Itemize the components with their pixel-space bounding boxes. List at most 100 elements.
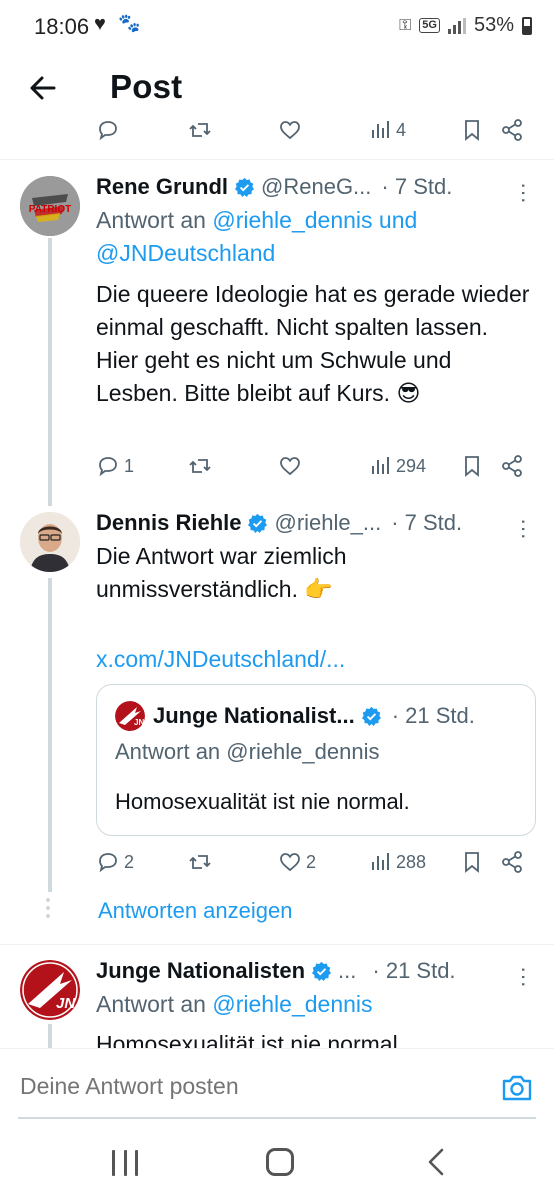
post-link[interactable]: x.com/JNDeutschland/... bbox=[96, 646, 345, 673]
tweet-dennis-riehle[interactable]: Dennis Riehle @riehle_... · 7 Std. ··· D… bbox=[0, 500, 554, 940]
page-title: Post bbox=[110, 68, 183, 105]
reply-prefix: Antwort an bbox=[96, 207, 213, 233]
reply-count: 2 bbox=[124, 851, 135, 872]
reply-composer bbox=[0, 1048, 554, 1136]
author-name[interactable]: Junge Nationalisten bbox=[96, 958, 305, 984]
post-time[interactable]: · 21 Std. bbox=[372, 958, 455, 984]
quoted-author-name: Junge Nationalist... bbox=[153, 703, 355, 728]
reply-button[interactable]: 2 bbox=[96, 850, 134, 874]
home-icon[interactable] bbox=[266, 1148, 294, 1176]
tweet-rene-grundl[interactable]: PATRIOT Rene Grundl @ReneG... · 7 Std. ·… bbox=[0, 160, 554, 506]
camera-icon[interactable] bbox=[500, 1071, 534, 1105]
more-options-icon[interactable]: ··· bbox=[512, 518, 537, 540]
key-icon: ⚿ bbox=[399, 16, 412, 34]
retweet-icon bbox=[189, 459, 211, 473]
views-count: 4 bbox=[396, 119, 407, 140]
tweet-header: Rene Grundl @ReneG... · 7 Std. bbox=[96, 170, 540, 204]
heart-outline-icon bbox=[280, 121, 300, 140]
post-actions: 2 2 288 bbox=[0, 850, 554, 882]
recents-icon[interactable] bbox=[112, 1150, 138, 1176]
show-replies-link[interactable]: Antworten anzeigen bbox=[98, 898, 292, 924]
svg-text:JN: JN bbox=[134, 718, 144, 727]
post-time[interactable]: · 7 Std. bbox=[381, 174, 452, 200]
thread-line bbox=[48, 578, 52, 892]
quoted-post-text: Homosexualität ist nie normal. bbox=[115, 789, 410, 814]
author-handle[interactable]: @riehle_... bbox=[274, 510, 381, 536]
avatar[interactable]: JN bbox=[20, 960, 80, 1020]
reply-icon bbox=[99, 853, 117, 873]
jn-logo-icon: JN bbox=[115, 701, 145, 731]
avatar[interactable]: PATRIOT bbox=[20, 176, 80, 236]
bookmark-icon bbox=[465, 120, 479, 141]
views-button[interactable]: 4 bbox=[368, 118, 406, 142]
bookmark-button[interactable] bbox=[460, 850, 484, 874]
previous-post-actions: 4 bbox=[0, 116, 554, 160]
reply-icon bbox=[99, 457, 117, 477]
bookmark-button[interactable] bbox=[460, 454, 484, 478]
post-actions: 1 294 bbox=[0, 454, 554, 486]
views-button[interactable]: 288 bbox=[368, 850, 426, 874]
views-icon bbox=[372, 853, 389, 870]
tweet-header: Dennis Riehle @riehle_... · 7 Std. bbox=[96, 506, 540, 540]
share-button[interactable] bbox=[500, 454, 524, 478]
share-button[interactable] bbox=[500, 118, 524, 142]
reply-mentions-link[interactable]: @riehle_dennis bbox=[212, 991, 372, 1017]
avatar-image bbox=[20, 512, 80, 572]
like-count: 2 bbox=[306, 851, 317, 872]
quoted-post[interactable]: JN Junge Nationalist... · 21 Std. Antwor… bbox=[96, 684, 536, 836]
views-count: 288 bbox=[396, 851, 427, 872]
signal-icon bbox=[447, 17, 466, 34]
network-type: 5G bbox=[419, 18, 440, 33]
author-handle[interactable]: ... bbox=[338, 958, 356, 984]
back-icon[interactable] bbox=[424, 1146, 448, 1178]
more-options-icon[interactable]: ··· bbox=[512, 966, 537, 988]
verified-badge-icon bbox=[312, 961, 331, 981]
like-button[interactable] bbox=[278, 454, 302, 478]
retweet-icon bbox=[189, 855, 211, 869]
back-arrow-icon[interactable] bbox=[22, 66, 66, 110]
reply-button[interactable] bbox=[96, 118, 120, 142]
avatar[interactable] bbox=[20, 512, 80, 572]
post-text: Homosexualität ist nie normal. bbox=[96, 1031, 405, 1048]
svg-text:JN: JN bbox=[56, 995, 76, 1012]
heart-outline-icon bbox=[280, 457, 300, 476]
like-button[interactable] bbox=[278, 118, 302, 142]
reply-button[interactable]: 1 bbox=[96, 454, 134, 478]
retweet-button[interactable] bbox=[188, 118, 212, 142]
author-name[interactable]: Rene Grundl bbox=[96, 174, 228, 200]
bookmark-button[interactable] bbox=[460, 118, 484, 142]
post-text: Die Antwort war ziemlich unmissverständl… bbox=[96, 543, 347, 602]
tweet-junge-nationalisten[interactable]: JN Junge Nationalisten ... · 21 Std. ···… bbox=[0, 946, 554, 1048]
bookmark-icon bbox=[465, 852, 479, 873]
tweet-header: Junge Nationalisten ... · 21 Std. bbox=[96, 954, 540, 988]
verified-badge-icon bbox=[361, 706, 381, 726]
retweet-button[interactable] bbox=[188, 454, 212, 478]
reply-input[interactable] bbox=[20, 1073, 460, 1100]
retweet-button[interactable] bbox=[188, 850, 212, 874]
views-button[interactable]: 294 bbox=[368, 454, 426, 478]
status-time: 18:06 bbox=[34, 14, 90, 39]
divider bbox=[0, 944, 554, 945]
share-button[interactable] bbox=[500, 850, 524, 874]
author-name[interactable]: Dennis Riehle bbox=[96, 510, 241, 536]
reply-count: 1 bbox=[124, 455, 135, 476]
like-button[interactable]: 2 bbox=[278, 850, 316, 874]
author-handle[interactable]: @ReneG... bbox=[261, 174, 371, 200]
input-underline bbox=[18, 1117, 536, 1119]
verified-badge-icon bbox=[248, 513, 268, 533]
paw-icon: 🐾 bbox=[118, 13, 141, 33]
svg-text:PATRIOT: PATRIOT bbox=[29, 204, 71, 215]
share-icon bbox=[502, 119, 522, 141]
views-count: 294 bbox=[396, 455, 427, 476]
reply-context: Antwort an @riehle_dennis bbox=[96, 988, 536, 1021]
post-text: Die queere Ideologie hat es gerade wiede… bbox=[96, 281, 530, 406]
share-icon bbox=[502, 455, 522, 477]
thread-line bbox=[48, 1024, 52, 1048]
status-indicators: ⚿ 5G 53% bbox=[399, 14, 532, 37]
post-time[interactable]: · 7 Std. bbox=[391, 510, 462, 536]
status-bar: 18:06 ♥ 🐾 ⚿ 5G 53% bbox=[0, 0, 554, 56]
system-nav-bar bbox=[0, 1136, 554, 1200]
quoted-reply-context: Antwort an @riehle_dennis bbox=[115, 739, 380, 764]
more-options-icon[interactable]: ··· bbox=[512, 182, 537, 204]
heart-icon: ♥ bbox=[94, 13, 106, 35]
